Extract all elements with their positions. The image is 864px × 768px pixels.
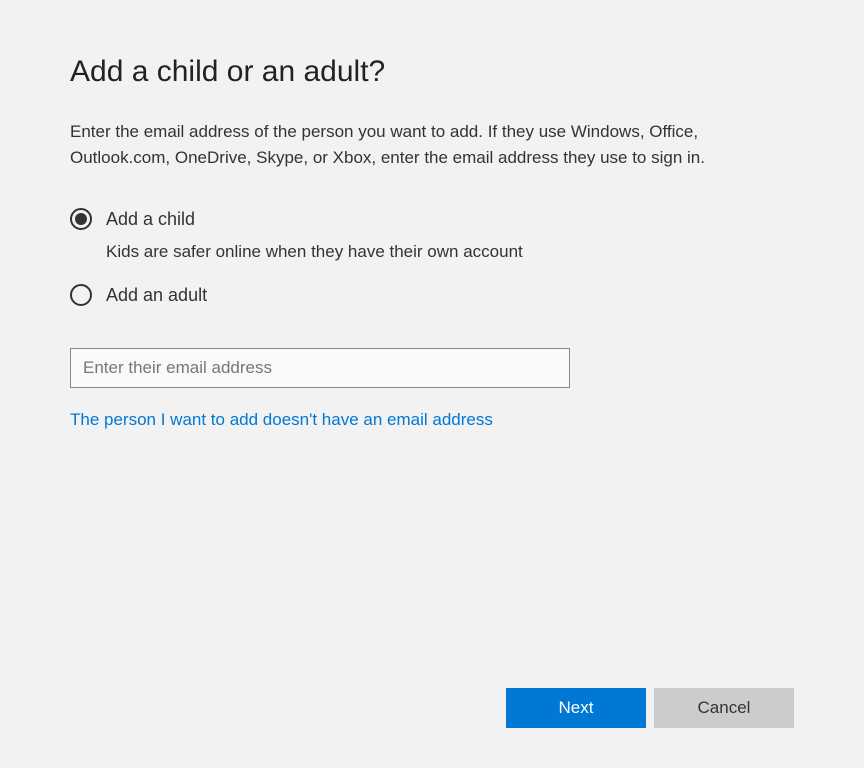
radio-selected-icon	[70, 208, 92, 230]
radio-unselected-icon	[70, 284, 92, 306]
cancel-button[interactable]: Cancel	[654, 688, 794, 728]
page-title: Add a child or an adult?	[70, 55, 794, 89]
dialog-footer: Next Cancel	[70, 688, 794, 728]
radio-child-label: Add a child	[106, 209, 195, 230]
radio-add-adult[interactable]: Add an adult	[70, 284, 794, 306]
radio-add-child[interactable]: Add a child	[70, 208, 794, 230]
no-email-link[interactable]: The person I want to add doesn't have an…	[70, 410, 794, 430]
radio-adult-label: Add an adult	[106, 285, 207, 306]
email-field[interactable]	[70, 348, 570, 388]
page-description: Enter the email address of the person yo…	[70, 119, 794, 170]
add-person-dialog: Add a child or an adult? Enter the email…	[0, 0, 864, 768]
radio-child-subtext: Kids are safer online when they have the…	[106, 242, 794, 262]
next-button[interactable]: Next	[506, 688, 646, 728]
person-type-radio-group: Add a child Kids are safer online when t…	[70, 208, 794, 318]
